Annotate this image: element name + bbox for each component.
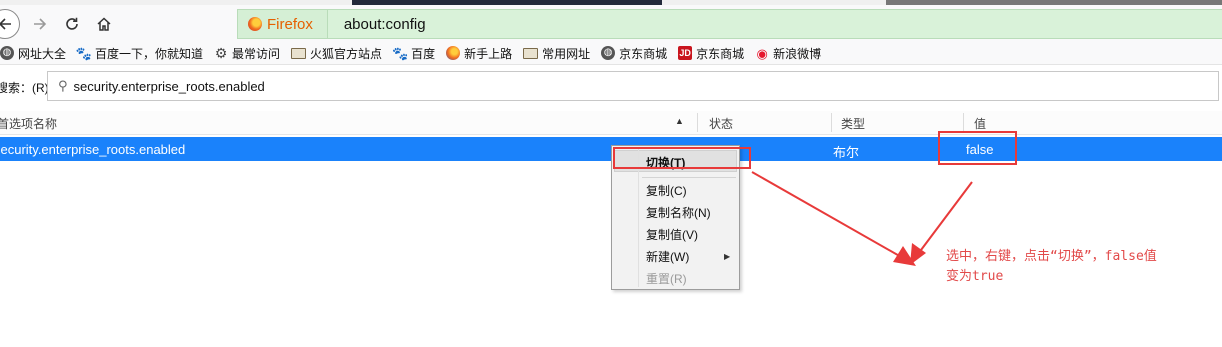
- site-identity-box[interactable]: Firefox: [238, 10, 328, 38]
- navigation-toolbar: Firefox about:config: [0, 5, 1222, 42]
- menu-item-new[interactable]: 新建(W): [646, 248, 689, 265]
- column-divider[interactable]: [831, 113, 832, 132]
- back-arrow-icon: [0, 18, 11, 30]
- bookmark-label: 京东商城: [696, 46, 745, 61]
- bookmark-item[interactable]: ◍ 网址大全: [0, 45, 66, 62]
- submenu-arrow-icon: ▶: [724, 252, 731, 261]
- column-header-status[interactable]: 状态: [709, 115, 733, 132]
- folder-icon: [523, 47, 539, 59]
- forward-arrow-icon: [34, 18, 47, 30]
- bookmark-item[interactable]: ⚙ 最常访问: [214, 45, 280, 62]
- column-divider[interactable]: [697, 113, 698, 132]
- search-icon: ⚲: [58, 78, 68, 93]
- bookmark-label: 网址大全: [18, 46, 67, 61]
- weibo-icon: ◉: [756, 45, 768, 61]
- annotation-arrow-head: [910, 243, 926, 265]
- globe-icon: ◍: [601, 46, 616, 60]
- gear-icon: ⚙: [214, 45, 228, 61]
- search-input-value: security.enterprise_roots.enabled: [73, 78, 265, 94]
- bookmark-folder[interactable]: 常用网址: [523, 45, 590, 62]
- menu-item-reset: 重置(R): [646, 272, 687, 286]
- baidu-paw-icon: 🐾: [391, 45, 409, 61]
- bookmark-label: 新手上路: [464, 46, 513, 61]
- home-button[interactable]: [92, 12, 116, 36]
- forward-button[interactable]: [28, 12, 52, 36]
- bookmark-label: 百度一下，你就知道: [95, 46, 204, 61]
- bookmark-label: 百度: [411, 46, 436, 61]
- preferences-table-header: 首选项名称 ▲ 状态 类型 值: [0, 111, 1222, 135]
- bookmark-label: 新浪微博: [773, 46, 822, 61]
- sort-ascending-icon: ▲: [675, 116, 684, 126]
- bookmark-item[interactable]: ◍ 京东商城: [601, 45, 667, 62]
- folder-icon: [291, 47, 307, 59]
- home-icon: [97, 17, 111, 31]
- url-bar[interactable]: Firefox about:config: [237, 9, 1222, 39]
- search-label: 搜索：(R): [0, 81, 49, 95]
- annotation-box-value: [938, 131, 1017, 165]
- bookmark-item[interactable]: 🐾 百度一下，你就知道: [75, 45, 204, 62]
- config-search-row: 搜索：(R) ⚲ security.enterprise_roots.enabl…: [0, 65, 1222, 109]
- column-divider[interactable]: [963, 113, 964, 132]
- reload-icon: [66, 17, 78, 30]
- menu-item-copy[interactable]: 复制(C): [646, 182, 687, 199]
- bookmark-label: 京东商城: [619, 46, 668, 61]
- preference-name: security.enterprise_roots.enabled: [0, 142, 186, 157]
- menu-separator: [642, 177, 736, 178]
- jd-icon: JD: [678, 46, 693, 60]
- bookmark-folder[interactable]: 火狐官方站点: [291, 45, 382, 62]
- url-text[interactable]: about:config: [328, 16, 426, 33]
- back-button[interactable]: [0, 9, 20, 39]
- annotation-arrow-line: [751, 171, 904, 259]
- bookmark-item[interactable]: 🐾 百度: [391, 45, 436, 62]
- column-header-name[interactable]: 首选项名称: [0, 115, 57, 132]
- reload-button[interactable]: [60, 12, 84, 36]
- firefox-icon: [248, 17, 262, 31]
- bookmark-label: 常用网址: [542, 46, 591, 61]
- column-header-value[interactable]: 值: [974, 115, 986, 132]
- bookmark-label: 最常访问: [232, 46, 281, 61]
- annotation-text: 选中，右键，点击“切换”，false值 变为true: [946, 247, 1157, 287]
- firefox-icon: [446, 46, 461, 60]
- bookmark-item[interactable]: ◉ 新浪微博: [755, 45, 821, 62]
- bookmarks-toolbar: ◍ 网址大全 🐾 百度一下，你就知道 ⚙ 最常访问 火狐官方站点 🐾 百度 新手…: [0, 42, 1222, 65]
- preference-type: 布尔: [833, 145, 860, 160]
- globe-icon: ◍: [0, 46, 14, 60]
- baidu-paw-icon: 🐾: [75, 45, 93, 61]
- identity-label: Firefox: [267, 15, 313, 33]
- annotation-arrow-line: [917, 181, 973, 255]
- annotation-arrow-head: [893, 246, 916, 266]
- bookmark-label: 火狐官方站点: [310, 46, 383, 61]
- bookmark-item[interactable]: 新手上路: [446, 45, 512, 62]
- annotation-line-1: 选中，右键，点击“切换”，false值: [946, 249, 1157, 264]
- column-header-type[interactable]: 类型: [841, 115, 865, 132]
- bookmark-item[interactable]: JD 京东商城: [678, 45, 744, 62]
- annotation-line-2: 变为true: [946, 269, 1004, 284]
- annotation-box-toggle: [613, 147, 751, 169]
- menu-item-copy-value[interactable]: 复制值(V): [646, 226, 698, 243]
- search-input[interactable]: ⚲ security.enterprise_roots.enabled: [47, 71, 1219, 101]
- menu-item-copy-name[interactable]: 复制名称(N): [646, 204, 711, 221]
